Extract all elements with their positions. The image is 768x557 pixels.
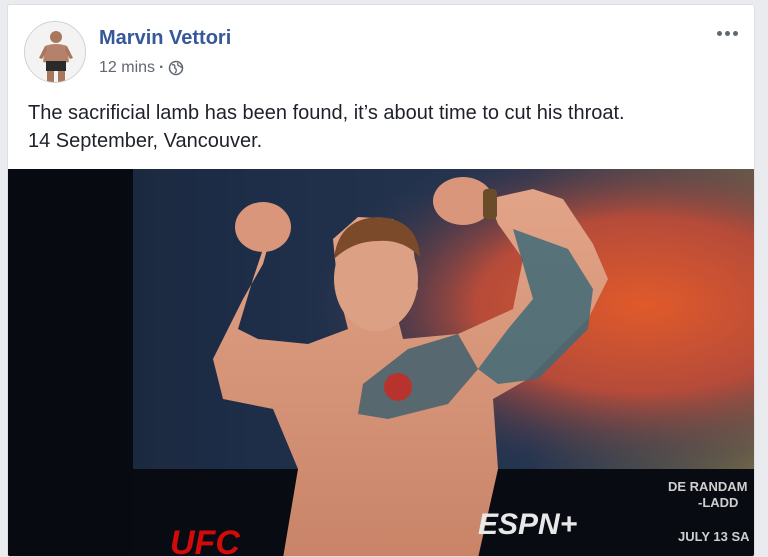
post-card: Marvin Vettori 12 mins · The sacrificial… xyxy=(7,4,755,557)
post-text-line-1: The sacrificial lamb has been found, it’… xyxy=(28,102,625,124)
avatar-image xyxy=(25,22,85,82)
ufc-logo: UFC xyxy=(170,524,240,557)
backdrop-text-3: JULY 13 SA xyxy=(678,529,750,544)
author-name-link[interactable]: Marvin Vettori xyxy=(99,27,231,50)
more-options-icon[interactable] xyxy=(712,23,742,43)
backdrop-text-2: -LADD xyxy=(698,495,738,510)
globe-icon[interactable] xyxy=(168,60,184,76)
backdrop-text-1: DE RANDAM xyxy=(668,479,747,494)
fighter-photo: UFC ESPN+ DE RANDAM -LADD JULY 13 SA xyxy=(8,169,754,557)
post-timestamp[interactable]: 12 mins xyxy=(99,59,155,77)
post-text-line-2: 14 September, Vancouver. xyxy=(28,130,263,152)
espn-logo: ESPN+ xyxy=(478,508,577,541)
post-text: The sacrificial lamb has been found, it’… xyxy=(28,99,738,155)
post-header: Marvin Vettori 12 mins · xyxy=(8,5,754,93)
post-photo[interactable]: UFC ESPN+ DE RANDAM -LADD JULY 13 SA xyxy=(8,169,754,557)
meta-separator: · xyxy=(159,59,165,76)
post-meta: 12 mins · xyxy=(99,59,184,77)
avatar[interactable] xyxy=(24,21,86,83)
